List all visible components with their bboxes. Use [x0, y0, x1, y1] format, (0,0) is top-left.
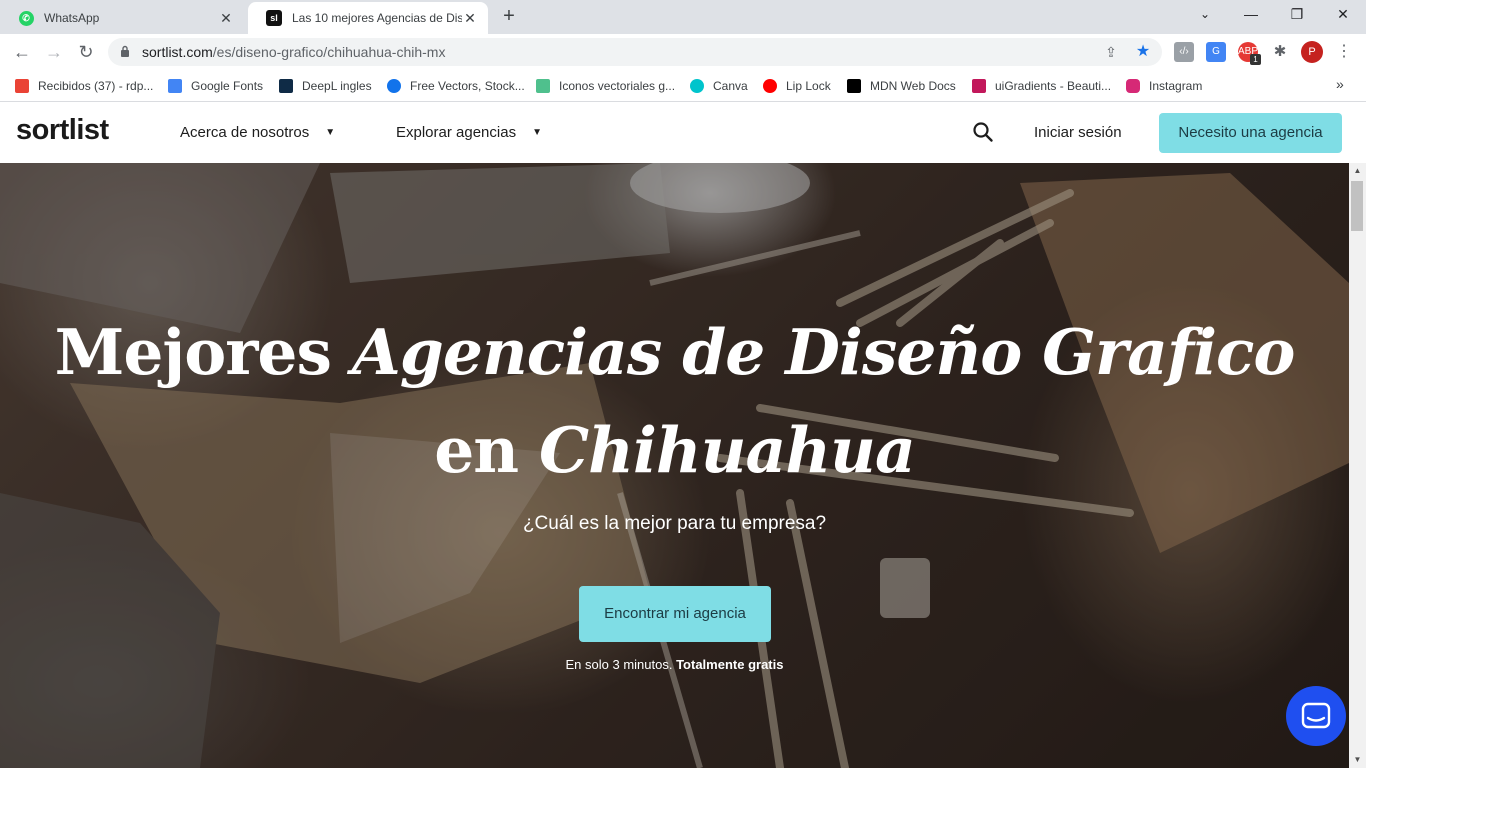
hero-title-line-1: Mejores Agencias de Diseño Grafico	[0, 315, 1349, 389]
bookmark-mdn[interactable]: MDN Web Docs	[847, 77, 956, 95]
address-bar[interactable]: sortlist.com/es/diseno-grafico/chihuahua…	[108, 38, 1162, 66]
youtube-icon	[763, 79, 777, 93]
lock-icon	[121, 45, 129, 57]
bookmark-label: Lip Lock	[786, 79, 831, 93]
tab-title: WhatsApp	[44, 11, 100, 25]
bookmark-canva[interactable]: Canva	[690, 77, 748, 95]
bookmark-deepl[interactable]: DeepL ingles	[279, 77, 372, 95]
close-icon[interactable]: ✕	[462, 10, 478, 27]
hero-title-text: Mejores	[54, 315, 352, 389]
hero-note-bold: Totalmente gratis	[676, 657, 784, 672]
reload-button[interactable]: ↻	[74, 40, 98, 64]
flaticon-icon	[536, 79, 550, 93]
caret-down-icon: ▼	[325, 127, 336, 138]
hero-title-text: en	[434, 413, 540, 487]
find-agency-button[interactable]: Encontrar mi agencia	[579, 586, 771, 642]
hero-section: Mejores Agencias de Diseño Grafico en Ch…	[0, 163, 1349, 768]
new-tab-button[interactable]: +	[498, 6, 520, 28]
bookmark-uigradients[interactable]: uiGradients - Beauti...	[972, 77, 1111, 95]
close-icon[interactable]: ✕	[218, 10, 234, 27]
instagram-icon	[1126, 79, 1140, 93]
restore-button[interactable]: ❐	[1274, 0, 1320, 30]
hero-title-italic: Chihuahua	[539, 413, 916, 487]
nav-label: Acerca de nosotros	[180, 124, 310, 141]
tab-search-button[interactable]: ⌄	[1182, 0, 1228, 30]
uigradients-icon	[972, 79, 986, 93]
bookmarks-overflow-icon[interactable]: »	[1336, 76, 1344, 92]
nav-label: Explorar agencias	[396, 124, 517, 141]
scroll-down-arrow-icon[interactable]: ▼	[1349, 752, 1366, 768]
page-scrollbar[interactable]: ▲ ▼	[1349, 163, 1366, 768]
bookmark-label: MDN Web Docs	[870, 79, 956, 93]
bookmark-label: Iconos vectoriales g...	[559, 79, 676, 93]
back-button[interactable]: ←	[10, 40, 34, 64]
bookmark-google-fonts[interactable]: Google Fonts	[168, 77, 263, 95]
bookmark-label: Recibidos (37) - rdp...	[38, 79, 154, 93]
deepl-icon	[279, 79, 293, 93]
minimize-button[interactable]: —	[1228, 0, 1274, 30]
bookmark-instagram[interactable]: Instagram	[1126, 77, 1202, 95]
bookmark-freepik[interactable]: Free Vectors, Stock...	[387, 77, 525, 95]
tab-whatsapp[interactable]: ✆ WhatsApp ✕	[0, 2, 244, 34]
nav-explorar-dropdown[interactable]: Explorar agencias ▼	[396, 124, 542, 141]
scroll-up-arrow-icon[interactable]: ▲	[1349, 163, 1366, 179]
bookmark-gmail[interactable]: Recibidos (37) - rdp...	[15, 77, 153, 95]
url-path: /es/diseno-grafico/chihuahua-chih-mx	[212, 44, 446, 60]
need-agency-button[interactable]: Necesito una agencia	[1159, 113, 1342, 153]
url-text: sortlist.com/es/diseno-grafico/chihuahua…	[142, 44, 445, 60]
extension-badge: 1	[1250, 54, 1261, 65]
bookmark-label: Google Fonts	[191, 79, 264, 93]
hero-note: En solo 3 minutos. Totalmente gratis	[0, 657, 1349, 672]
site-header: sortlist Acerca de nosotros ▼ Explorar ag…	[0, 102, 1366, 163]
share-icon[interactable]: ⇪	[1102, 43, 1120, 61]
hero-title-line-2: en Chihuahua	[0, 413, 1349, 487]
bookmark-label: Canva	[713, 79, 748, 93]
canva-icon	[690, 79, 704, 93]
tab-sortlist[interactable]: sl Las 10 mejores Agencias de Diseño ✕	[248, 2, 488, 34]
browser-window: ✆ WhatsApp ✕ sl Las 10 mejores Agencias …	[0, 0, 1366, 768]
search-icon[interactable]	[972, 121, 994, 143]
sortlist-logo[interactable]: sortlist	[16, 114, 109, 147]
sortlist-icon: sl	[266, 10, 282, 26]
google-fonts-icon	[168, 79, 182, 93]
window-close-button[interactable]: ✕	[1320, 0, 1366, 30]
translate-extension-icon[interactable]: G	[1206, 42, 1226, 62]
forward-button[interactable]: →	[42, 40, 66, 64]
extensions-puzzle-icon[interactable]: ✱	[1270, 42, 1290, 62]
hero-note-text: En solo 3 minutos.	[565, 657, 677, 672]
gmail-icon	[15, 79, 29, 93]
bookmark-label: DeepL ingles	[302, 79, 372, 93]
menu-kebab-icon[interactable]: ⋮	[1334, 42, 1354, 62]
bookmarks-bar: Recibidos (37) - rdp... Google Fonts Dee…	[0, 70, 1366, 102]
bookmark-flaticon[interactable]: Iconos vectoriales g...	[536, 77, 675, 95]
browser-toolbar: ← → ↻ sortlist.com/es/diseno-grafico/chi…	[0, 34, 1366, 70]
devtools-extension-icon[interactable]: ‹/›	[1174, 42, 1194, 62]
caret-down-icon: ▼	[532, 127, 542, 138]
whatsapp-icon: ✆	[18, 10, 34, 26]
tab-title: Las 10 mejores Agencias de Diseño	[292, 11, 462, 25]
bookmark-label: Instagram	[1149, 79, 1203, 93]
bookmark-lip-lock[interactable]: Lip Lock	[763, 77, 831, 95]
scroll-thumb[interactable]	[1351, 181, 1363, 231]
chat-icon	[1301, 702, 1331, 729]
nav-acerca-dropdown[interactable]: Acerca de nosotros ▼	[180, 124, 335, 141]
freepik-icon	[387, 79, 401, 93]
tab-strip: ✆ WhatsApp ✕ sl Las 10 mejores Agencias …	[0, 0, 1366, 34]
bookmark-label: Free Vectors, Stock...	[410, 79, 525, 93]
bookmark-label: uiGradients - Beauti...	[995, 79, 1112, 93]
profile-avatar[interactable]: P	[1301, 41, 1323, 63]
mdn-icon	[847, 79, 861, 93]
bookmark-star-icon[interactable]: ★	[1134, 43, 1152, 61]
hero-title-italic: Agencias de Diseño Grafico	[351, 315, 1296, 389]
login-link[interactable]: Iniciar sesión	[1034, 124, 1122, 141]
chat-launcher-button[interactable]	[1286, 686, 1346, 746]
url-host: sortlist.com	[142, 44, 213, 60]
hero-subtitle: ¿Cuál es la mejor para tu empresa?	[522, 513, 827, 534]
